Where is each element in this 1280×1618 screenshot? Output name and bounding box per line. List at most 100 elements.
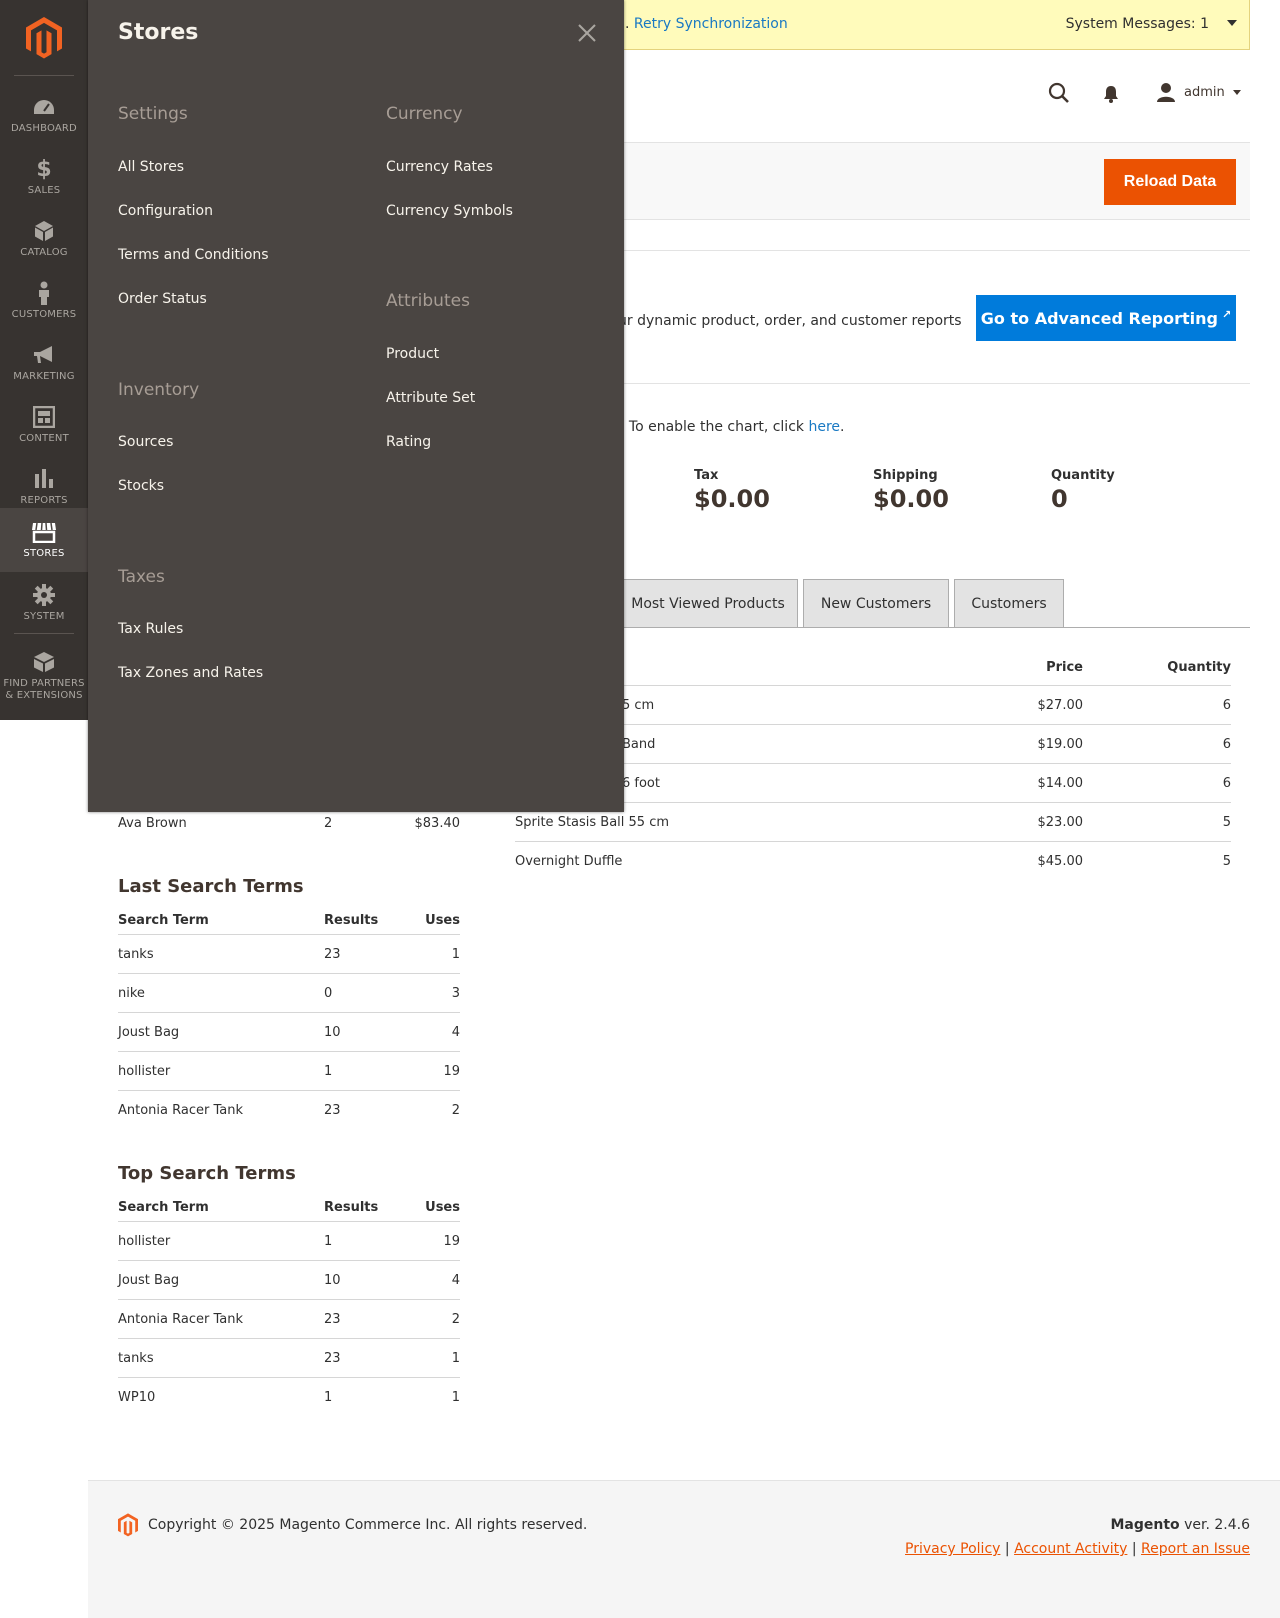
enable-chart-link[interactable]: here bbox=[808, 419, 840, 435]
reload-data-button[interactable]: Reload Data bbox=[1104, 159, 1236, 205]
advanced-reporting-text: ur dynamic product, order, and customer … bbox=[618, 313, 962, 329]
menu-item-stocks[interactable]: Stocks bbox=[118, 478, 164, 494]
top-search-table: Search Term Results Uses hollister 1 19 … bbox=[118, 1192, 460, 1417]
table-row: hollister 1 19 bbox=[118, 1052, 460, 1091]
search-uses: 3 bbox=[451, 986, 460, 1001]
privacy-policy-link[interactable]: Privacy Policy bbox=[905, 1541, 1000, 1557]
user-icon bbox=[1157, 83, 1175, 102]
product-name: 6 foot bbox=[622, 776, 660, 791]
search-results: 23 bbox=[324, 1312, 341, 1327]
table-row: Joust Bag 10 4 bbox=[118, 1013, 460, 1052]
nav-label-line2: & Extensions bbox=[5, 690, 83, 701]
table-row: Joust Bag 10 4 bbox=[118, 1261, 460, 1300]
column-header-term: Search Term bbox=[118, 1200, 209, 1215]
menu-item-terms-and-conditions[interactable]: Terms and Conditions bbox=[118, 247, 269, 263]
nav-divider bbox=[14, 75, 74, 76]
nav-label: Find Partners bbox=[3, 678, 85, 689]
nav-item-content[interactable]: Content bbox=[0, 394, 88, 456]
search-results: 1 bbox=[324, 1390, 333, 1405]
system-messages-toggle[interactable]: System Messages: 1 bbox=[1066, 16, 1209, 32]
stores-flyout-menu: Stores Settings All Stores Configuration… bbox=[88, 0, 624, 812]
table-row: hollister 1 19 bbox=[118, 1222, 460, 1261]
external-link-icon: ↗ bbox=[1221, 307, 1232, 321]
nav-item-find-partners[interactable]: Find Partners & Extensions bbox=[0, 640, 88, 712]
bar-chart-icon bbox=[33, 467, 55, 491]
advanced-reporting-button[interactable]: Go to Advanced Reporting ↗ bbox=[976, 295, 1236, 341]
search-icon[interactable] bbox=[1048, 82, 1070, 108]
product-name: Overnight Duffle bbox=[515, 854, 623, 869]
search-term: Antonia Racer Tank bbox=[118, 1103, 243, 1118]
account-activity-link[interactable]: Account Activity bbox=[1014, 1541, 1127, 1557]
product-qty: 5 bbox=[1222, 854, 1231, 869]
menu-item-tax-zones-and-rates[interactable]: Tax Zones and Rates bbox=[118, 665, 263, 681]
column-header-price[interactable]: Price bbox=[1046, 660, 1083, 675]
column-header-quantity[interactable]: Quantity bbox=[1167, 660, 1231, 675]
dollar-icon: $ bbox=[36, 156, 52, 182]
product-price: $14.00 bbox=[1037, 776, 1084, 791]
search-results: 1 bbox=[324, 1234, 333, 1249]
dashboard-icon bbox=[32, 95, 56, 119]
search-results: 10 bbox=[324, 1025, 341, 1040]
search-uses: 2 bbox=[451, 1312, 460, 1327]
nav-item-stores[interactable]: Stores bbox=[0, 508, 88, 572]
search-results: 23 bbox=[324, 1103, 341, 1118]
table-row: WP10 1 1 bbox=[118, 1378, 460, 1417]
nav-label: Sales bbox=[27, 185, 61, 196]
nav-item-dashboard[interactable]: Dashboard bbox=[0, 84, 88, 146]
notifications-bell-icon[interactable] bbox=[1102, 84, 1120, 108]
nav-item-catalog[interactable]: Catalog bbox=[0, 208, 88, 270]
column-header-uses: Uses bbox=[425, 913, 460, 928]
menu-item-configuration[interactable]: Configuration bbox=[118, 203, 213, 219]
menu-item-order-status[interactable]: Order Status bbox=[118, 291, 207, 307]
menu-item-product[interactable]: Product bbox=[386, 346, 439, 362]
nav-label: Catalog bbox=[20, 247, 68, 258]
nav-item-marketing[interactable]: Marketing bbox=[0, 332, 88, 394]
tab-customers[interactable]: Customers bbox=[954, 579, 1064, 627]
product-price: $23.00 bbox=[1037, 815, 1084, 830]
menu-item-all-stores[interactable]: All Stores bbox=[118, 159, 184, 175]
admin-user-menu[interactable]: admin bbox=[1156, 82, 1241, 102]
magento-logo[interactable] bbox=[0, 0, 88, 76]
search-term: hollister bbox=[118, 1234, 171, 1249]
megaphone-icon bbox=[32, 343, 56, 367]
flyout-title: Stores bbox=[118, 20, 199, 45]
product-qty: 5 bbox=[1222, 815, 1231, 830]
product-name: Sprite Stasis Ball 55 cm bbox=[515, 815, 670, 830]
nav-label: Content bbox=[19, 433, 69, 444]
total-shipping: Shipping $0.00 bbox=[873, 468, 1023, 513]
person-icon bbox=[37, 281, 51, 305]
total-quantity: Quantity 0 bbox=[1051, 468, 1201, 513]
nav-item-sales[interactable]: $ Sales bbox=[0, 146, 88, 208]
notice-text: . bbox=[625, 16, 630, 32]
last-search-terms-section: Last Search Terms Search Term Results Us… bbox=[118, 876, 460, 1130]
header-actions: admin bbox=[1040, 78, 1250, 110]
product-price: $45.00 bbox=[1037, 854, 1084, 869]
retry-sync-label: Retry Synchronization bbox=[633, 16, 788, 32]
chevron-down-icon[interactable] bbox=[1227, 20, 1237, 26]
menu-item-attribute-set[interactable]: Attribute Set bbox=[386, 390, 475, 406]
total-tax: Tax $0.00 bbox=[694, 468, 844, 513]
menu-item-tax-rules[interactable]: Tax Rules bbox=[118, 621, 183, 637]
report-issue-link[interactable]: Report an Issue bbox=[1141, 1541, 1250, 1557]
retry-sync-link[interactable]: . Retry Synchronization bbox=[625, 16, 788, 32]
product-price: $27.00 bbox=[1037, 698, 1084, 713]
nav-item-system[interactable]: System bbox=[0, 572, 88, 634]
nav-item-customers[interactable]: Customers bbox=[0, 270, 88, 332]
product-qty: 6 bbox=[1222, 776, 1231, 791]
table-row[interactable]: Ava Brown 2 $83.40 bbox=[118, 816, 460, 836]
menu-item-sources[interactable]: Sources bbox=[118, 434, 173, 450]
group-title-attributes: Attributes bbox=[386, 291, 470, 311]
chart-disabled-note: . To enable the chart, click here. bbox=[620, 419, 844, 435]
menu-item-rating[interactable]: Rating bbox=[386, 434, 431, 450]
version-info: Magento ver. 2.4.6 bbox=[1110, 1517, 1250, 1533]
product-qty: 6 bbox=[1222, 698, 1231, 713]
tab-most-viewed-products[interactable]: Most Viewed Products bbox=[618, 579, 798, 627]
menu-item-currency-rates[interactable]: Currency Rates bbox=[386, 159, 493, 175]
close-icon[interactable] bbox=[576, 22, 598, 44]
tab-new-customers[interactable]: New Customers bbox=[803, 579, 949, 627]
nav-label: Customers bbox=[11, 309, 77, 320]
menu-item-currency-symbols[interactable]: Currency Symbols bbox=[386, 203, 513, 219]
group-title-settings: Settings bbox=[118, 104, 188, 124]
search-results: 0 bbox=[324, 986, 333, 1001]
table-row[interactable]: Overnight Duffle $45.00 5 bbox=[515, 842, 1231, 881]
